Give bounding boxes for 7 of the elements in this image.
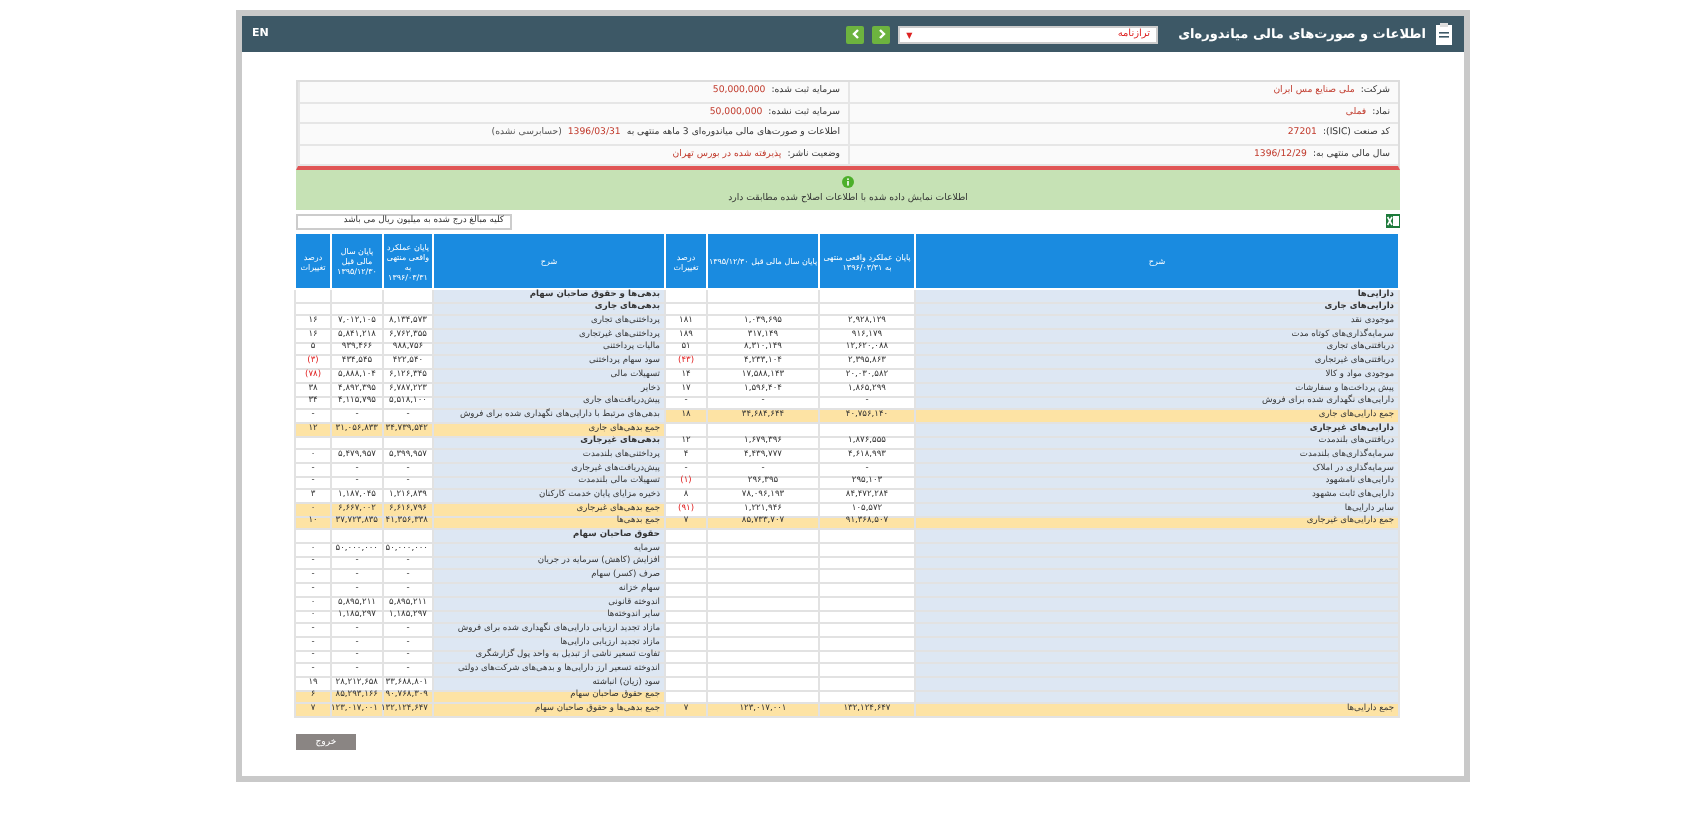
clipboard-icon: [1434, 22, 1454, 46]
spreadsheet-icon[interactable]: [1386, 214, 1400, 228]
next-button[interactable]: [872, 25, 891, 43]
chevron-left-icon: [849, 28, 862, 40]
previous-button[interactable]: [846, 25, 865, 43]
info-icon: [842, 176, 854, 188]
chevron-right-icon: [875, 28, 888, 40]
